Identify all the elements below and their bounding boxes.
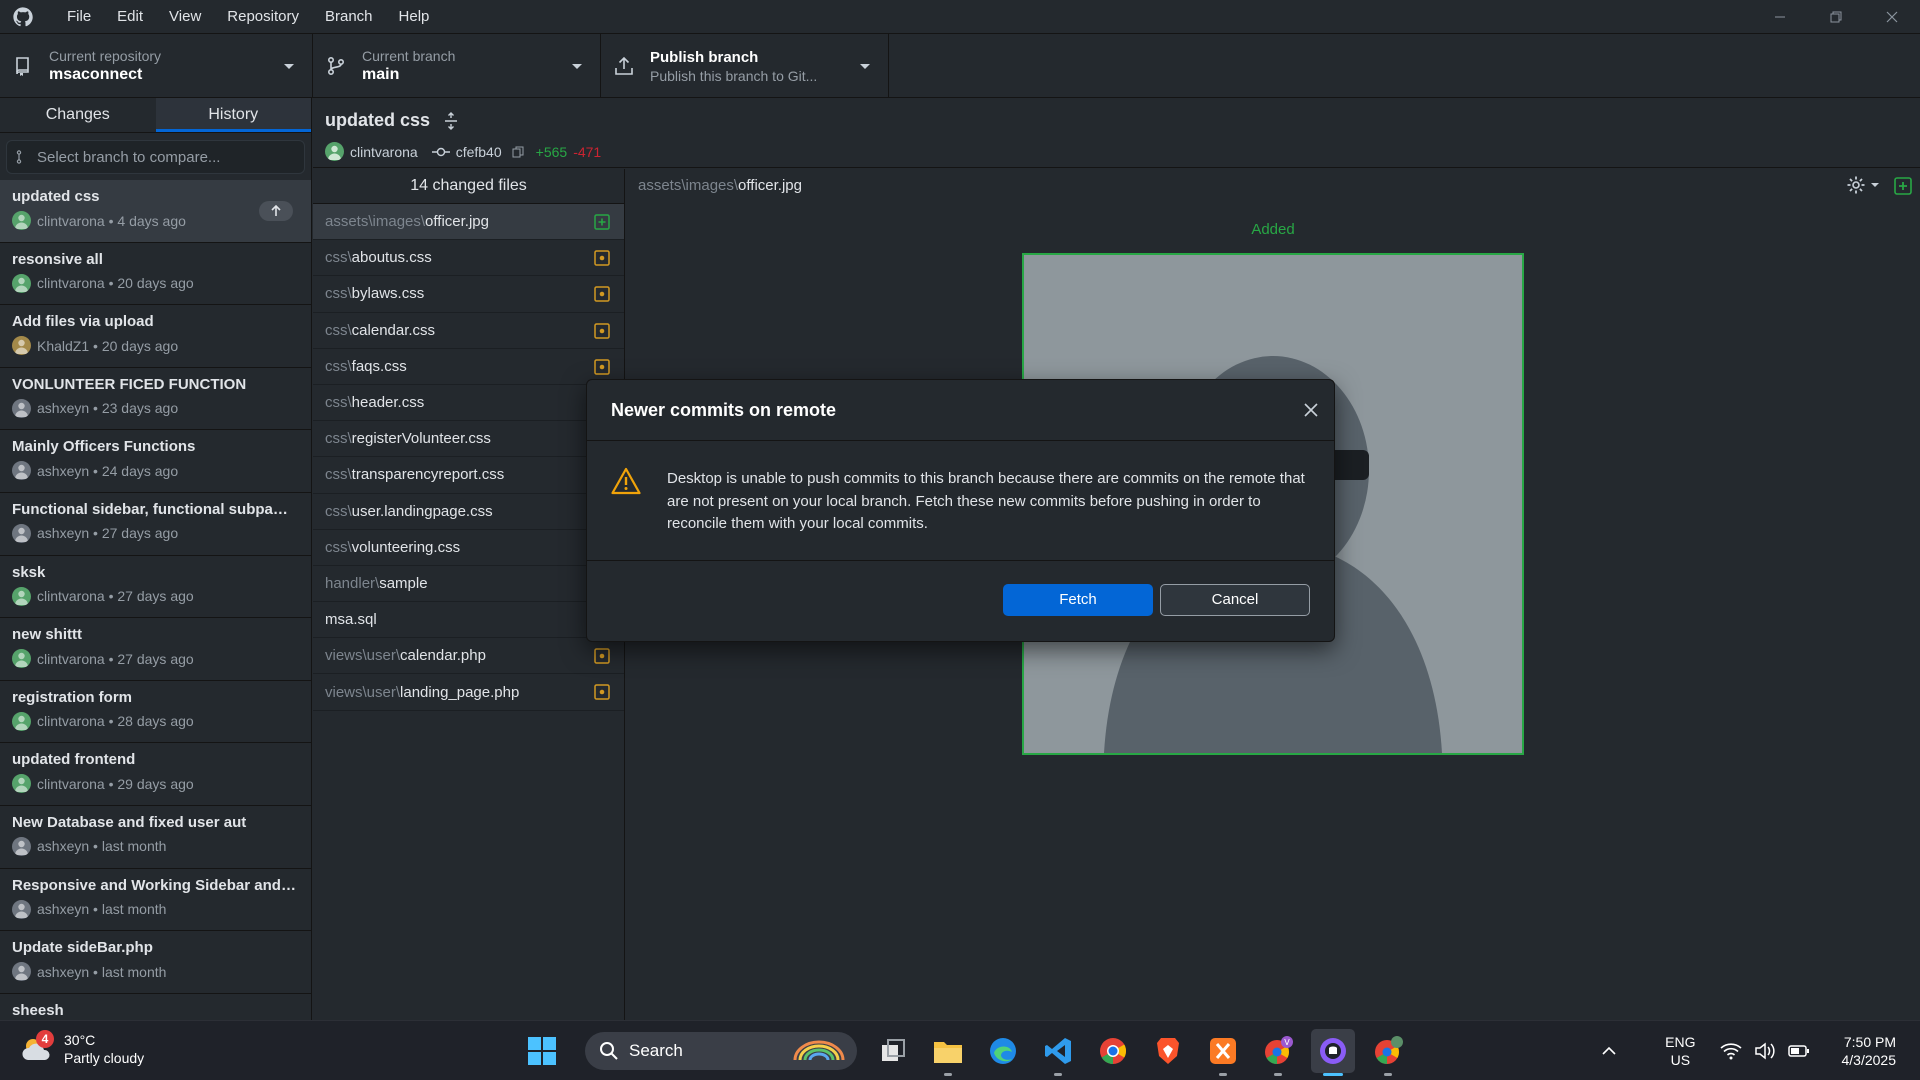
windows-start-icon	[528, 1037, 556, 1065]
dialog-message: Desktop is unable to push commits to thi…	[667, 470, 1305, 532]
taskbar-chrome-profile-2[interactable]	[1366, 1029, 1410, 1076]
weather-condition: Partly cloudy	[64, 1050, 145, 1066]
clock-date: 4/3/2025	[1841, 1052, 1897, 1068]
xampp-icon	[1210, 1038, 1236, 1064]
chrome-icon	[1100, 1038, 1127, 1065]
taskbar-vscode[interactable]	[1036, 1029, 1080, 1076]
clock-time: 7:50 PM	[1843, 1034, 1896, 1050]
region-code: US	[1670, 1052, 1691, 1068]
edge-icon	[990, 1038, 1016, 1064]
close-icon	[1304, 403, 1318, 417]
battery-icon[interactable]	[1787, 1044, 1810, 1058]
input-language[interactable]: ENG US	[1665, 1033, 1695, 1069]
taskbar-github-desktop[interactable]	[1311, 1029, 1355, 1076]
start-button[interactable]	[520, 1029, 564, 1073]
taskbar-file-explorer[interactable]	[926, 1029, 970, 1076]
dialog-title: Newer commits on remote	[611, 400, 837, 420]
search-highlight-icon	[793, 1040, 845, 1061]
taskbar-chrome-profile[interactable]: V	[1256, 1029, 1300, 1076]
volume-icon[interactable]	[1754, 1042, 1776, 1060]
weather-temperature: 30°C	[64, 1032, 96, 1048]
chevron-up-icon[interactable]	[1601, 1046, 1617, 1056]
taskbar-brave[interactable]	[1146, 1029, 1190, 1073]
newer-commits-dialog: Newer commits on remote Desktop is unabl…	[586, 379, 1335, 642]
taskbar-xampp[interactable]	[1201, 1029, 1245, 1076]
weather-alert-badge: 4	[36, 1030, 54, 1048]
taskbar-edge[interactable]	[981, 1029, 1025, 1073]
cancel-button[interactable]: Cancel	[1160, 584, 1310, 616]
windows-taskbar: 4 30°C Partly cloudy Search V ENG US 7:5…	[0, 1020, 1920, 1080]
search-icon	[600, 1042, 618, 1060]
dialog-close-button[interactable]	[1302, 401, 1320, 419]
taskbar-search-box[interactable]: Search	[585, 1032, 857, 1070]
github-desktop-icon	[1320, 1038, 1346, 1064]
taskbar-chrome[interactable]	[1091, 1029, 1135, 1073]
system-tray: ENG US 7:50 PM 4/3/2025	[1601, 1021, 1920, 1080]
chrome-profile-icon: V	[1265, 1036, 1293, 1064]
weather-widget[interactable]: 4 30°C Partly cloudy	[20, 1030, 145, 1067]
svg-text:V: V	[1284, 1038, 1290, 1047]
modal-overlay: Newer commits on remote Desktop is unabl…	[0, 0, 1920, 1020]
language-code: ENG	[1665, 1034, 1696, 1050]
taskbar-search-label: Search	[629, 1041, 683, 1060]
chrome-profile-icon	[1375, 1036, 1403, 1064]
warning-icon	[611, 467, 641, 495]
taskbar-task-view[interactable]	[871, 1029, 915, 1073]
vscode-icon	[1045, 1038, 1071, 1064]
clock[interactable]: 7:50 PM 4/3/2025	[1842, 1033, 1897, 1069]
taskbar-apps: Search V	[520, 1029, 1421, 1076]
fetch-button[interactable]: Fetch	[1003, 584, 1153, 616]
brave-icon	[1157, 1038, 1179, 1064]
task-view-icon	[882, 1039, 905, 1061]
wifi-icon[interactable]	[1719, 1042, 1742, 1060]
folder-icon	[934, 1042, 962, 1063]
